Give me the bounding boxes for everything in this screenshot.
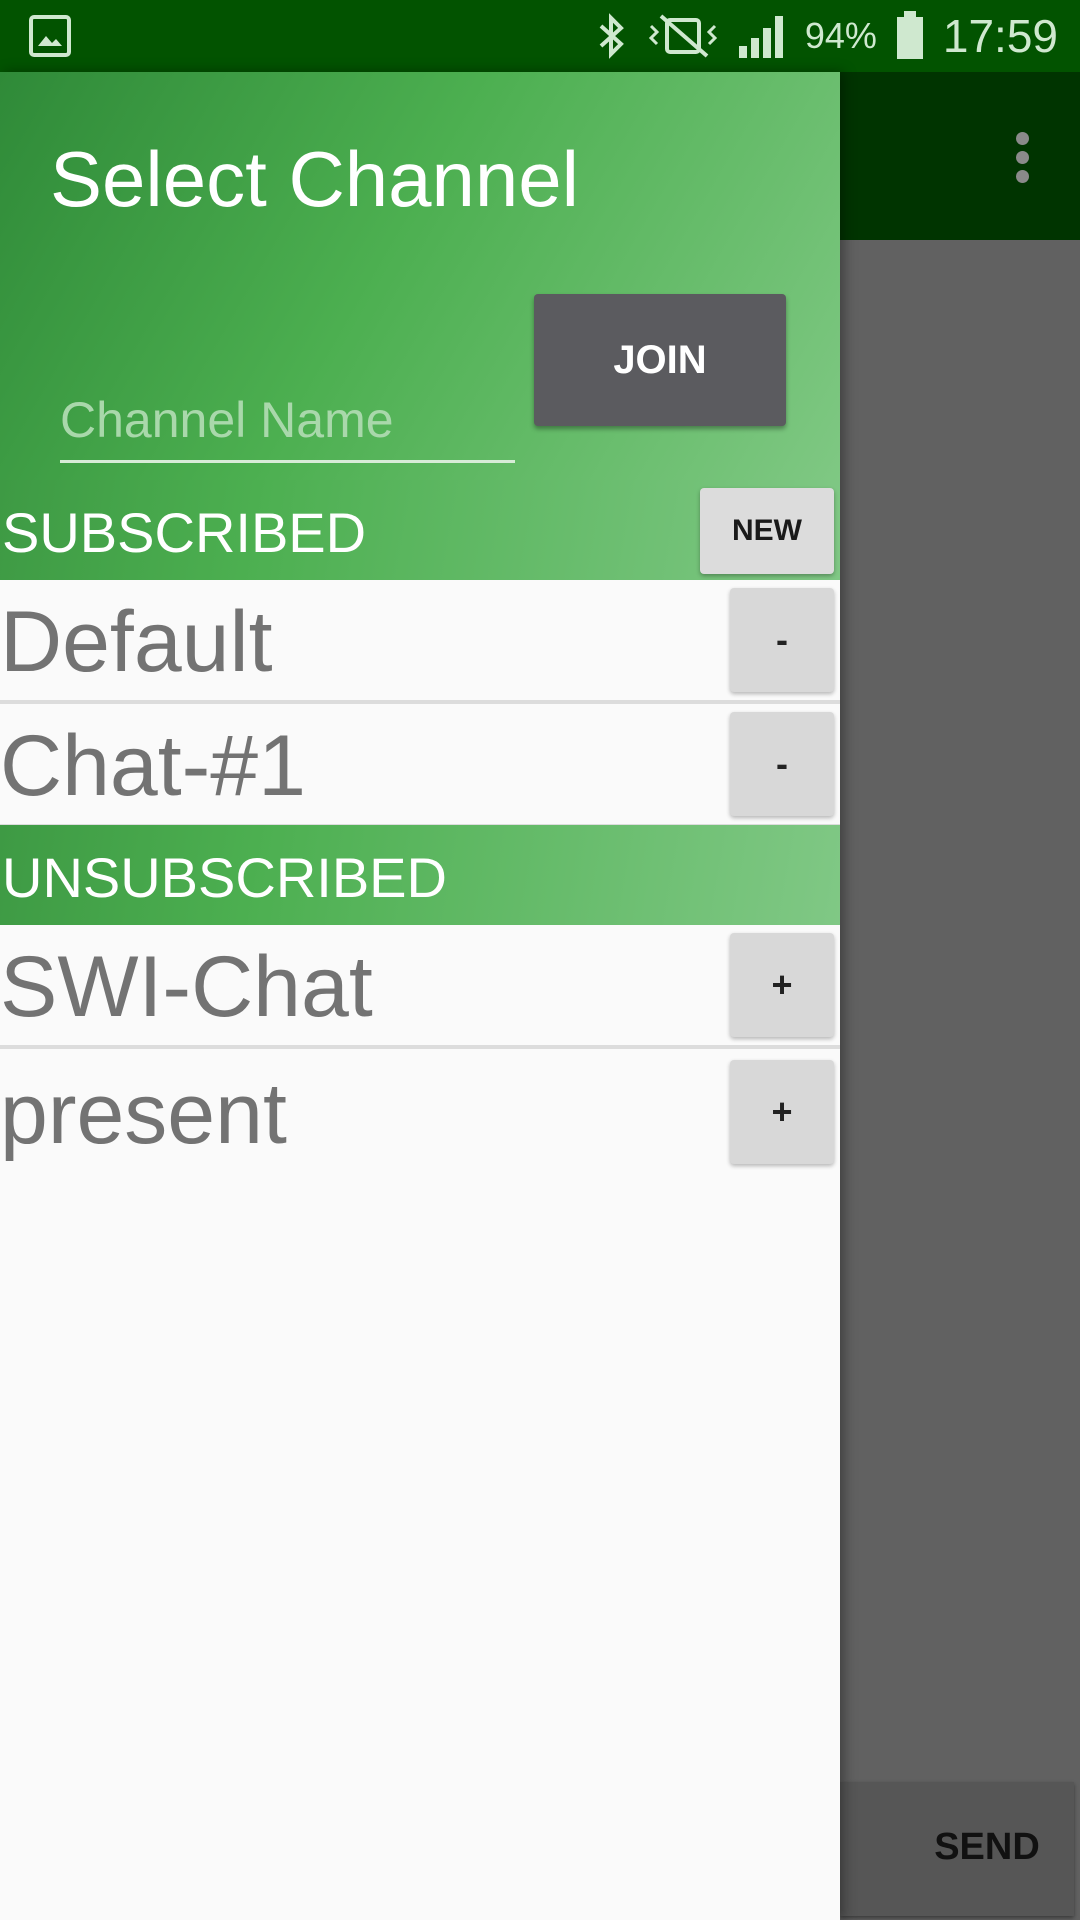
channel-name: present bbox=[0, 1066, 287, 1162]
channel-name: Default bbox=[0, 594, 273, 690]
battery-percent: 94% bbox=[804, 15, 877, 56]
channel-row-swi-chat[interactable]: SWI-Chat + bbox=[0, 925, 840, 1049]
subscribe-button[interactable]: + bbox=[730, 933, 834, 1037]
channel-row-chat-1[interactable]: Chat-#1 - bbox=[0, 704, 840, 828]
vibrate-icon bbox=[647, 12, 719, 60]
send-button[interactable]: SEND bbox=[840, 1782, 1074, 1916]
app-content-scrim[interactable] bbox=[840, 240, 1080, 1920]
channel-row-default[interactable]: Default - bbox=[0, 580, 840, 704]
unsubscribed-section-header: UNSUBSCRIBED bbox=[0, 825, 840, 925]
battery-icon bbox=[895, 11, 925, 61]
channel-drawer: Select Channel JOIN SUBSCRIBED NEW Defau… bbox=[0, 72, 840, 1920]
channel-row-present[interactable]: present + bbox=[0, 1052, 840, 1172]
subscribed-title: SUBSCRIBED bbox=[2, 501, 367, 564]
send-button-label: SEND bbox=[934, 1826, 1040, 1868]
signal-icon bbox=[737, 12, 787, 60]
drawer-header: Select Channel JOIN bbox=[0, 72, 840, 480]
new-channel-button[interactable]: NEW bbox=[700, 488, 834, 574]
overflow-menu-icon[interactable] bbox=[1014, 132, 1030, 183]
drawer-title: Select Channel bbox=[50, 135, 580, 223]
channel-name: SWI-Chat bbox=[0, 939, 373, 1035]
status-bar: 94% 17:59 bbox=[0, 0, 1080, 72]
join-button[interactable]: JOIN bbox=[534, 294, 786, 426]
unsubscribe-button[interactable]: - bbox=[730, 712, 834, 816]
subscribed-section-header: SUBSCRIBED NEW bbox=[0, 480, 840, 580]
gallery-icon bbox=[28, 14, 72, 58]
clock: 17:59 bbox=[942, 10, 1058, 62]
channel-name-input[interactable] bbox=[60, 380, 515, 463]
unsubscribed-title: UNSUBSCRIBED bbox=[2, 846, 447, 909]
unsubscribe-button[interactable]: - bbox=[730, 588, 834, 692]
app-toolbar bbox=[840, 72, 1080, 240]
subscribe-button[interactable]: + bbox=[730, 1060, 834, 1164]
bluetooth-icon bbox=[593, 12, 629, 60]
channel-name: Chat-#1 bbox=[0, 718, 306, 814]
